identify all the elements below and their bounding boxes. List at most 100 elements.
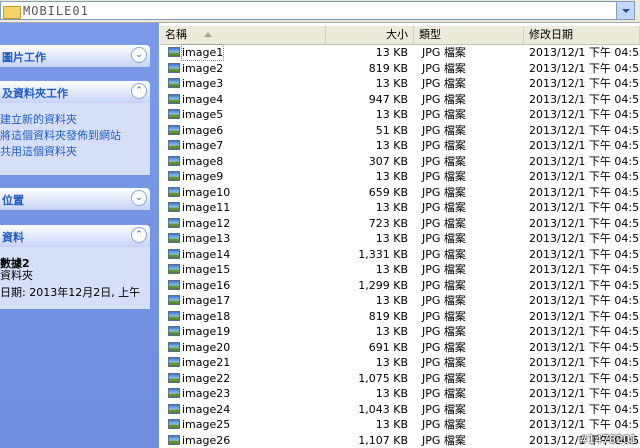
file-row[interactable]: image10 659 KB JPG 檔案 2013/12/1 下午 04:52 [160,185,640,201]
address-field[interactable]: MOBILE01 [0,1,635,20]
file-row[interactable]: image2 819 KB JPG 檔案 2013/12/1 下午 04:52 [160,61,640,77]
file-type: JPG 檔案 [422,123,466,137]
file-name: image17 [182,294,231,307]
file-name: image16 [182,278,231,292]
jpg-file-icon [168,419,180,429]
file-row[interactable]: image20 691 KB JPG 檔案 2013/12/1 下午 04:52 [160,340,640,356]
file-type: JPG 檔案 [422,139,466,152]
file-name: image13 [182,232,231,245]
file-row[interactable]: image3 13 KB JPG 檔案 2013/12/1 下午 04:52 [160,76,640,92]
column-header-type[interactable]: 類型 [414,26,524,44]
file-size: 13 KB [375,201,408,214]
chevron-up-icon[interactable]: ⌃ [131,227,147,243]
file-name: image8 [182,154,224,168]
file-name: image1 [180,44,225,61]
chevron-down-icon[interactable]: ⌄ [131,47,147,63]
file-row[interactable]: image15 13 KB JPG 檔案 2013/12/1 下午 04:52 [160,262,640,278]
jpg-file-icon [168,434,180,445]
file-name: image24 [182,402,231,416]
file-size: 13 KB [375,356,408,369]
file-date: 2013/12/1 下午 04:52 [529,278,640,292]
file-row[interactable]: image16 1,299 KB JPG 檔案 2013/12/1 下午 04:52 [160,278,640,294]
file-size: 13 KB [375,232,408,245]
details-header[interactable]: 資料 ⌃ [0,225,150,247]
details-type: 資料夾 [0,269,33,282]
file-type: JPG 檔案 [422,92,466,106]
file-row[interactable]: image1 13 KB JPG 檔案 2013/12/1 下午 04:52 [160,44,640,61]
jpg-file-icon [168,357,180,367]
jpg-file-icon [168,217,180,228]
details-body: 數據2 資料夾 日期: 2013年12月2日, 上午 [0,247,150,309]
jpg-file-icon [168,403,180,414]
chevron-down-icon[interactable]: ⌄ [131,190,147,206]
jpg-file-icon [168,295,180,305]
file-row[interactable]: image24 1,043 KB JPG 檔案 2013/12/1 下午 04:52 [160,402,640,418]
file-row[interactable]: image14 1,331 KB JPG 檔案 2013/12/1 下午 04:52 [160,247,640,263]
file-name: image5 [182,108,224,121]
file-type: JPG 檔案 [422,108,466,121]
file-tasks-header[interactable]: 及資料夾工作 ⌃ [0,81,150,103]
chevron-up-icon[interactable]: ⌃ [131,83,147,99]
file-name: image21 [182,356,231,369]
jpg-file-icon [168,310,180,321]
task-link-publish-web[interactable]: 將這個資料夾發佈到網站 [0,127,121,143]
column-header-date[interactable]: 修改日期 [524,26,640,44]
file-row[interactable]: image4 947 KB JPG 檔案 2013/12/1 下午 04:52 [160,92,640,108]
jpg-file-icon [168,124,180,135]
file-date: 2013/12/1 下午 04:52 [529,402,640,416]
jpg-file-icon [168,47,180,57]
file-row[interactable]: image5 13 KB JPG 檔案 2013/12/1 下午 04:52 [160,107,640,123]
file-size: 691 KB [368,340,408,354]
file-row[interactable]: image9 13 KB JPG 檔案 2013/12/1 下午 04:52 [160,169,640,185]
file-date: 2013/12/1 下午 04:52 [529,77,640,90]
column-header-size[interactable]: 大小 [326,26,414,44]
file-size: 13 KB [375,170,408,183]
file-row[interactable]: image6 51 KB JPG 檔案 2013/12/1 下午 04:52 [160,123,640,139]
file-name: image14 [182,247,231,261]
file-size: 13 KB [375,139,408,152]
file-row[interactable]: image22 1,075 KB JPG 檔案 2013/12/1 下午 04:52 [160,371,640,387]
file-date: 2013/12/1 下午 04:52 [529,371,640,385]
file-type: JPG 檔案 [422,77,466,90]
places-title: 位置 [2,194,24,207]
places-header[interactable]: 位置 ⌄ [0,188,150,210]
file-row[interactable]: image11 13 KB JPG 檔案 2013/12/1 下午 04:52 [160,200,640,216]
file-type: JPG 檔案 [422,278,466,292]
file-date: 2013/12/1 下午 04:52 [529,263,640,276]
file-row[interactable]: image8 307 KB JPG 檔案 2013/12/1 下午 04:52 [160,154,640,170]
file-row[interactable]: image26 1,107 KB JPG 檔案 2013/12/1 下午 04:52 [160,433,640,448]
file-row[interactable]: image7 13 KB JPG 檔案 2013/12/1 下午 04:52 [160,138,640,154]
file-size: 51 KB [375,123,408,137]
task-link-share-folder[interactable]: 共用這個資料夾 [0,143,77,159]
file-row[interactable]: image23 13 KB JPG 檔案 2013/12/1 下午 04:52 [160,386,640,402]
file-row[interactable]: image18 819 KB JPG 檔案 2013/12/1 下午 04:52 [160,309,640,325]
file-name: image6 [182,123,224,137]
file-row[interactable]: image13 13 KB JPG 檔案 2013/12/1 下午 04:52 [160,231,640,247]
file-type: JPG 檔案 [422,433,466,447]
picture-tasks-header[interactable]: 圖片工作 ⌄ [0,45,150,67]
file-size: 659 KB [368,185,408,199]
column-header-name[interactable]: 名稱 [160,26,326,44]
file-tasks-body: 建立新的資料夾 將這個資料夾發佈到網站 共用這個資料夾 [0,103,150,175]
jpg-file-icon [168,186,180,197]
file-type: JPG 檔案 [422,356,466,369]
file-row[interactable]: image12 723 KB JPG 檔案 2013/12/1 下午 04:52 [160,216,640,232]
file-date: 2013/12/1 下午 04:52 [529,356,640,369]
column-type-label: 類型 [419,28,441,41]
file-date: 2013/12/1 下午 04:52 [529,61,640,75]
file-date: 2013/12/1 下午 04:52 [529,123,640,137]
file-row[interactable]: image17 13 KB JPG 檔案 2013/12/1 下午 04:52 [160,293,640,309]
file-type: JPG 檔案 [422,263,466,276]
address-dropdown-button[interactable] [616,2,634,19]
file-tasks-title: 及資料夾工作 [2,87,68,100]
file-size: 13 KB [375,294,408,307]
file-row[interactable]: image21 13 KB JPG 檔案 2013/12/1 下午 04:52 [160,355,640,371]
watermark-text: #1478201 [578,433,637,446]
file-row[interactable]: image25 13 KB JPG 檔案 2013/12/1 下午 04:52 [160,417,640,433]
file-name: image4 [182,92,224,106]
jpg-file-icon [168,388,180,398]
jpg-file-icon [168,109,180,119]
file-row[interactable]: image19 13 KB JPG 檔案 2013/12/1 下午 04:52 [160,324,640,340]
file-size: 723 KB [368,216,408,230]
task-link-new-folder[interactable]: 建立新的資料夾 [0,111,77,127]
